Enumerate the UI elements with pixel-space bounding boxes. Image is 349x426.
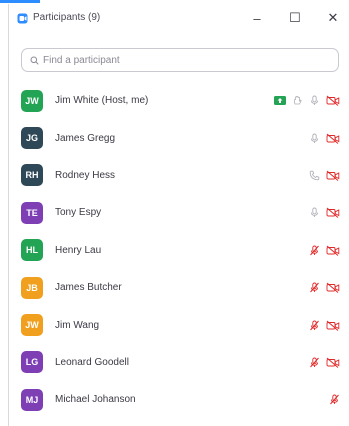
avatar: LG — [21, 351, 43, 374]
participant-row[interactable]: JB James Butcher — [9, 269, 349, 306]
video-off-icon[interactable] — [326, 357, 340, 368]
microphone-muted-icon[interactable] — [309, 357, 320, 368]
avatar: JW — [21, 314, 43, 337]
search-icon — [30, 56, 39, 65]
participant-name: Michael Johanson — [55, 394, 136, 406]
avatar: JB — [21, 276, 43, 299]
avatar: MJ — [21, 388, 43, 411]
minimize-button[interactable]: – — [243, 8, 271, 28]
microphone-muted-icon[interactable] — [309, 282, 320, 293]
participant-name: Leonard Goodell — [55, 356, 129, 368]
avatar: JG — [21, 127, 43, 150]
search-box — [21, 48, 339, 72]
participant-status-icons — [309, 282, 340, 294]
maximize-icon: ☐ — [289, 10, 301, 25]
participant-row[interactable]: RH Rodney Hess — [9, 157, 349, 194]
microphone-icon[interactable] — [309, 207, 320, 218]
video-off-icon[interactable] — [326, 245, 340, 256]
video-off-icon[interactable] — [326, 95, 340, 107]
accent-bar — [0, 0, 40, 3]
maximize-button[interactable]: ☐ — [281, 8, 309, 28]
participant-row[interactable]: JW Jim White (Host, me) — [9, 82, 349, 119]
close-button[interactable]: ✕ — [319, 8, 347, 28]
microphone-muted-icon[interactable] — [309, 245, 320, 256]
participant-status-icons — [274, 95, 340, 107]
participant-status-icons — [329, 394, 340, 405]
participant-name: James Gregg — [55, 132, 116, 144]
video-off-icon[interactable] — [326, 320, 340, 331]
avatar: HL — [21, 239, 43, 262]
participant-name: Rodney Hess — [55, 169, 116, 181]
participant-row[interactable]: MJ Michael Johanson — [9, 381, 349, 418]
participant-row[interactable]: JG James Gregg — [9, 119, 349, 156]
video-off-icon[interactable] — [326, 133, 340, 144]
participant-list: JW Jim White (Host, me) JG James Gregg RH Rod… — [9, 82, 349, 419]
phone-icon[interactable] — [309, 170, 320, 181]
participant-row[interactable]: TE Tony Espy — [9, 194, 349, 231]
video-off-icon[interactable] — [326, 207, 340, 219]
microphone-muted-icon[interactable] — [329, 394, 340, 405]
participant-name: Tony Espy — [55, 207, 102, 219]
video-off-icon[interactable] — [326, 170, 340, 181]
participant-row[interactable]: JW Jim Wang — [9, 306, 349, 343]
app-icon — [17, 13, 28, 24]
participant-status-icons — [309, 320, 340, 331]
participant-status-icons — [309, 357, 340, 368]
participant-name: Jim White (Host, me) — [55, 95, 149, 107]
share-screen-icon[interactable] — [274, 96, 286, 106]
participant-name: James Butcher — [55, 282, 122, 294]
window-title: Participants (9) — [33, 12, 101, 23]
participant-row[interactable]: HL Henry Lau — [9, 232, 349, 269]
participants-window: Participants (9) – ☐ ✕ JW Jim White (Host… — [8, 4, 349, 426]
title-bar: Participants (9) – ☐ ✕ — [9, 4, 349, 32]
participant-row[interactable]: LG Leonard Goodell — [9, 344, 349, 381]
microphone-icon[interactable] — [309, 95, 320, 106]
search-input[interactable] — [43, 54, 323, 66]
microphone-icon[interactable] — [309, 133, 320, 144]
avatar: JW — [21, 89, 43, 112]
microphone-muted-icon[interactable] — [309, 320, 320, 331]
video-off-icon[interactable] — [326, 282, 340, 294]
raise-hand-icon[interactable] — [292, 95, 303, 106]
participant-status-icons — [309, 170, 340, 181]
minimize-icon: – — [253, 10, 261, 26]
participant-status-icons — [309, 245, 340, 256]
participant-name: Henry Lau — [55, 244, 102, 256]
participant-name: Jim Wang — [55, 319, 100, 331]
avatar: RH — [21, 164, 43, 187]
participant-status-icons — [309, 207, 340, 219]
close-icon: ✕ — [327, 10, 339, 25]
participant-status-icons — [309, 133, 340, 144]
avatar: TE — [21, 201, 43, 224]
